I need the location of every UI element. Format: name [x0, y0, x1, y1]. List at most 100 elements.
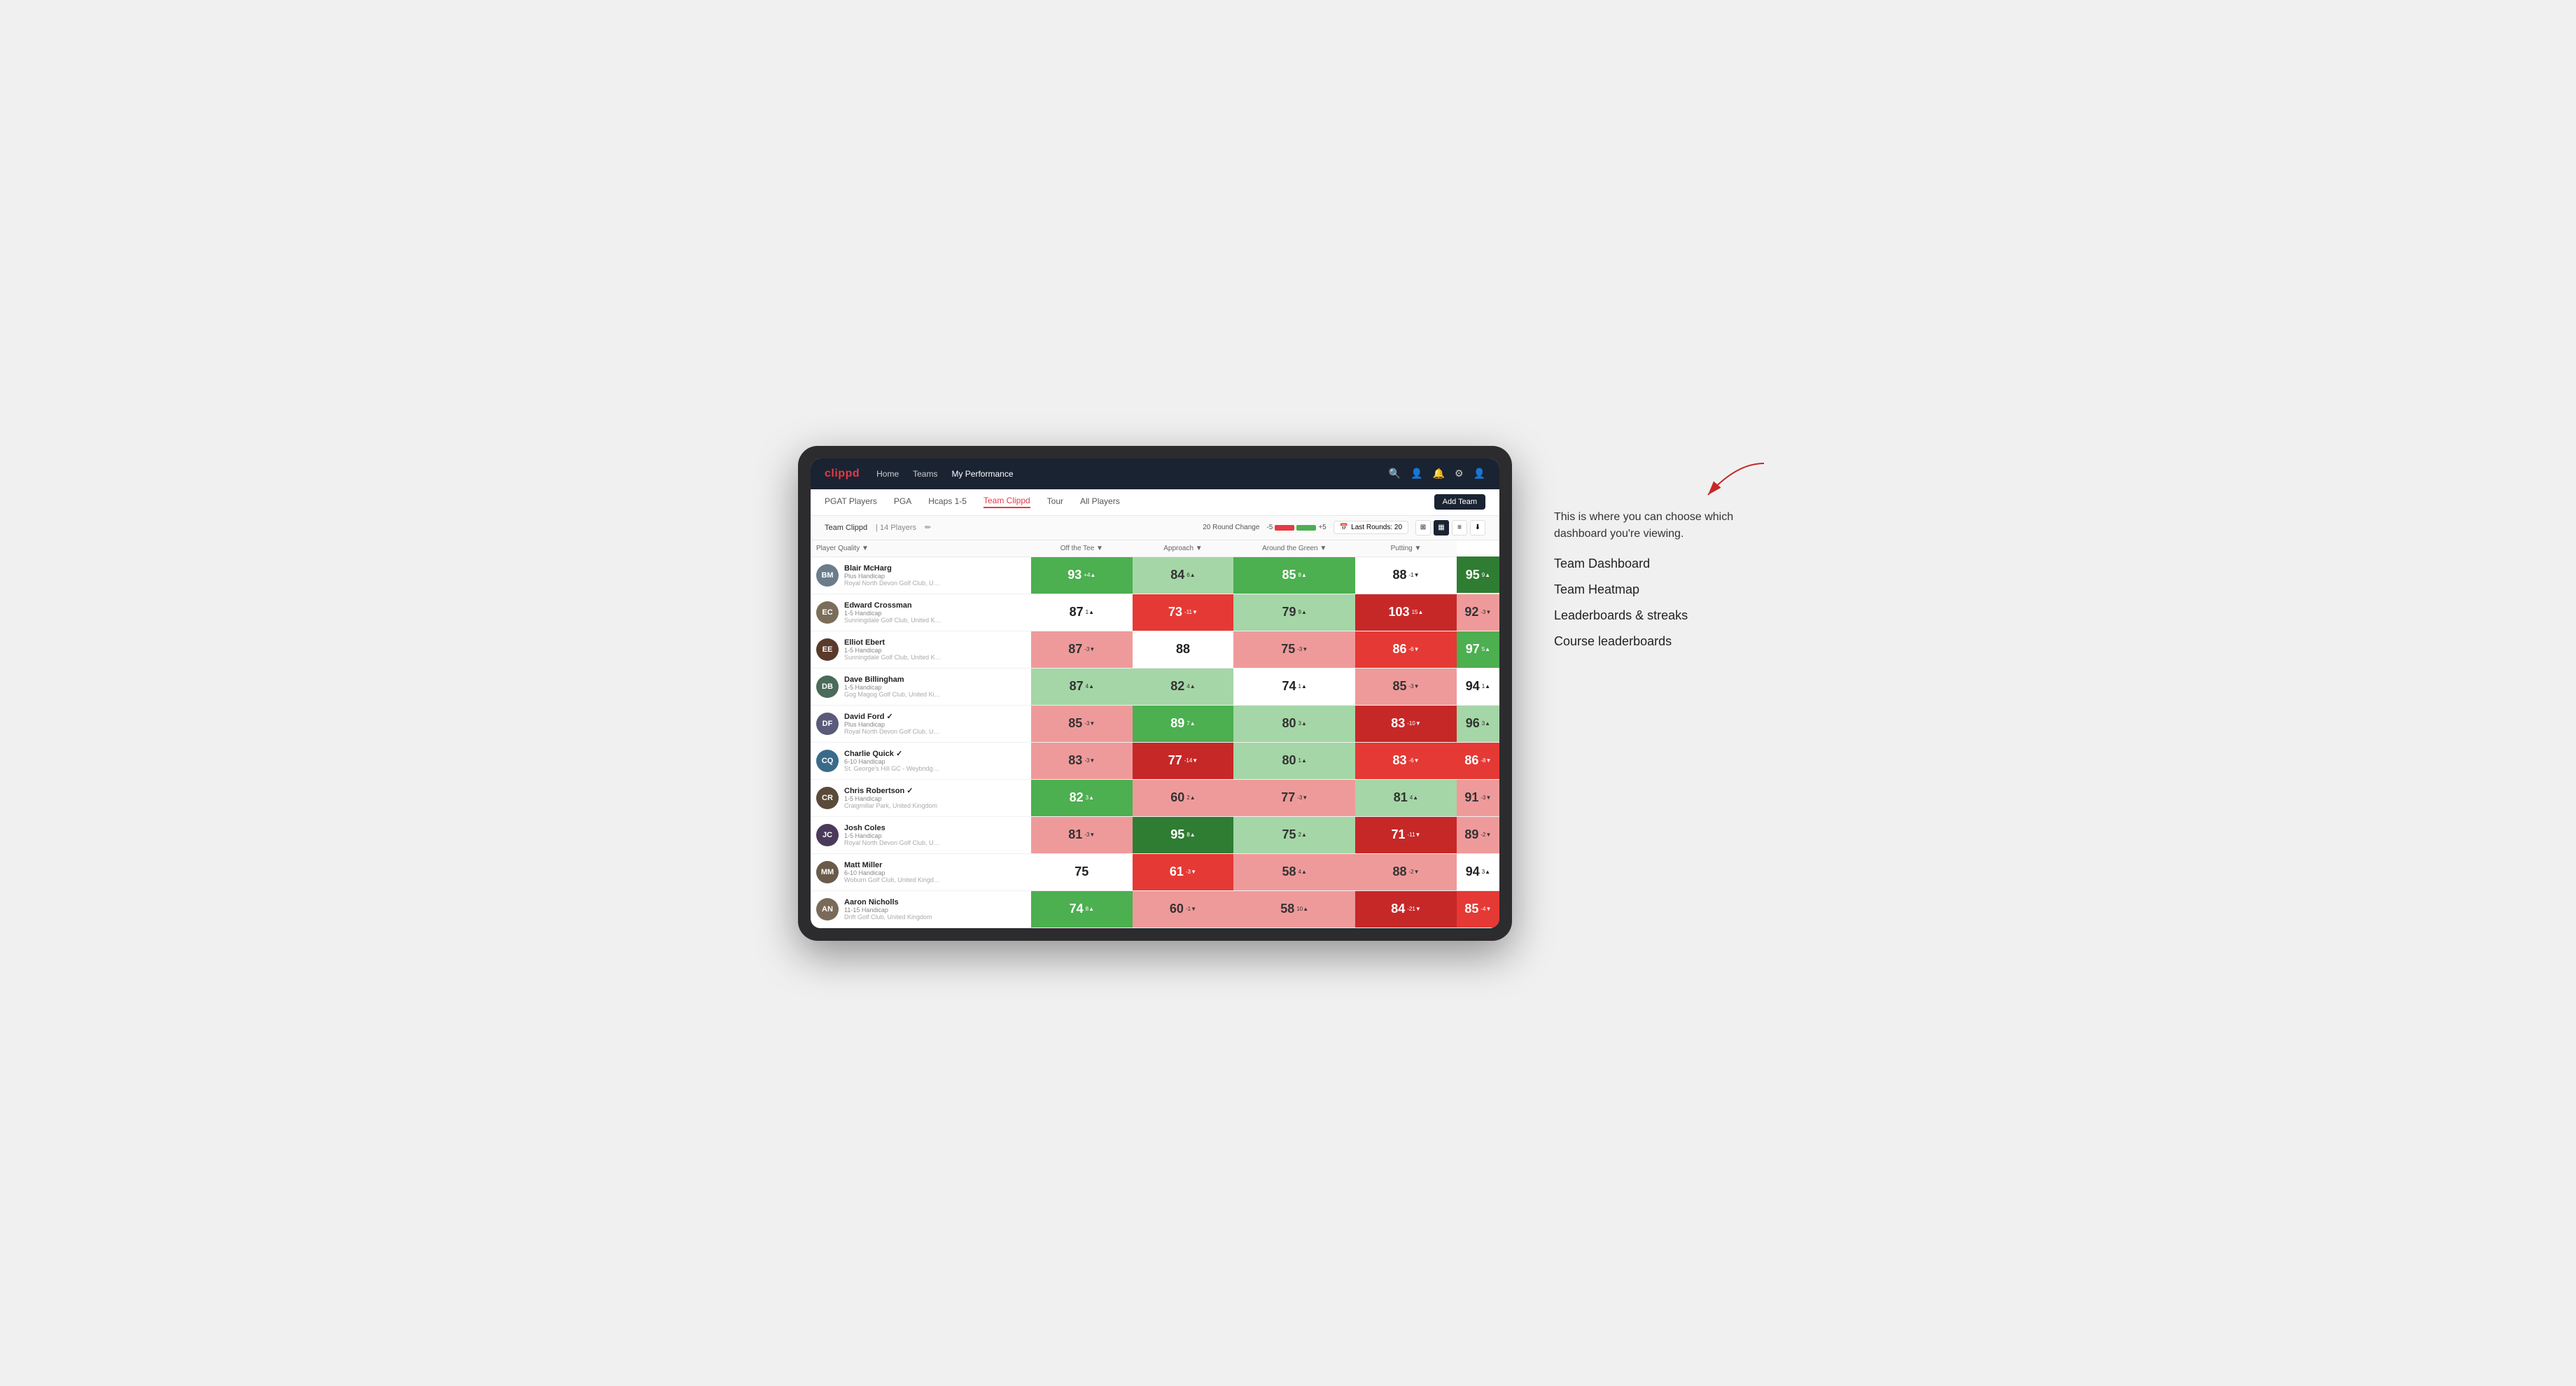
player-cell-1[interactable]: ECEdward Crossman1-5 HandicapSunningdale…: [811, 594, 1031, 631]
nav-link-my-performance[interactable]: My Performance: [951, 469, 1013, 479]
round-change-bar: -5 +5: [1266, 524, 1326, 531]
user-icon[interactable]: 👤: [1410, 468, 1422, 479]
metric-number: 75: [1074, 864, 1088, 879]
sub-nav-pgat[interactable]: PGAT Players: [825, 496, 877, 507]
table-row[interactable]: MMMatt Miller6-10 HandicapWoburn Golf Cl…: [811, 853, 1499, 890]
approach-cell: 752▲: [1233, 816, 1355, 853]
metric-number: 92: [1464, 605, 1478, 620]
col-around-green[interactable]: Around the Green ▼: [1233, 540, 1355, 557]
player-cell-4[interactable]: DFDavid Ford ✓Plus HandicapRoyal North D…: [811, 705, 1031, 742]
metric-number: 80: [1282, 753, 1296, 768]
tablet-screen: clippd Home Teams My Performance 🔍 👤 🔔 ⚙…: [811, 458, 1499, 928]
metric-number: 86: [1464, 753, 1478, 768]
player-quality-value: 93+4▲: [1031, 557, 1133, 594]
metric-change: -14▼: [1184, 757, 1198, 764]
metric-number: 94: [1466, 864, 1480, 879]
sub-nav-all-players[interactable]: All Players: [1080, 496, 1120, 507]
col-player[interactable]: Player Quality ▼: [811, 540, 1031, 557]
player-name: Dave Billingham: [844, 676, 942, 684]
table-row[interactable]: ANAaron Nicholls11-15 HandicapDrift Golf…: [811, 890, 1499, 927]
edit-icon[interactable]: ✏: [925, 523, 931, 532]
player-info: Dave Billingham1-5 HandicapGog Magog Gol…: [844, 676, 942, 698]
player-name: Elliot Ebert: [844, 638, 942, 647]
around-green-cell: 85-3▼: [1355, 668, 1457, 705]
player-cell-9[interactable]: ANAaron Nicholls11-15 HandicapDrift Golf…: [811, 890, 1031, 927]
table-row[interactable]: EEElliot Ebert1-5 HandicapSunningdale Go…: [811, 631, 1499, 668]
table-row[interactable]: CQCharlie Quick ✓6-10 HandicapSt. George…: [811, 742, 1499, 779]
metric-number: 96: [1466, 716, 1480, 731]
view-heatmap-button[interactable]: ▦: [1434, 520, 1449, 536]
annotation-item-dashboard: Team Dashboard: [1554, 556, 1778, 571]
add-team-button[interactable]: Add Team: [1434, 494, 1485, 510]
player-info: Matt Miller6-10 HandicapWoburn Golf Club…: [844, 861, 942, 883]
player-hcp: 1-5 Handicap: [844, 795, 937, 802]
bell-icon[interactable]: 🔔: [1433, 468, 1445, 479]
putting-value: 975▲: [1457, 631, 1499, 668]
avatar: BM: [816, 564, 839, 587]
sub-nav-pga[interactable]: PGA: [894, 496, 911, 507]
metric-number: 73: [1168, 605, 1182, 620]
nav-link-teams[interactable]: Teams: [913, 469, 937, 479]
around-green-value: 86-6▼: [1355, 631, 1457, 668]
player-cell-8[interactable]: MMMatt Miller6-10 HandicapWoburn Golf Cl…: [811, 853, 1031, 890]
metric-change: -3▼: [1408, 683, 1419, 690]
table-row[interactable]: DFDavid Ford ✓Plus HandicapRoyal North D…: [811, 705, 1499, 742]
around-green-value: 84-21▼: [1355, 891, 1457, 927]
table-row[interactable]: DBDave Billingham1-5 HandicapGog Magog G…: [811, 668, 1499, 705]
metric-number: 89: [1170, 716, 1184, 731]
metric-number: 61: [1170, 864, 1184, 879]
metric-change: 4▲: [1410, 794, 1418, 801]
bar-red: [1275, 525, 1294, 531]
table-row[interactable]: BMBlair McHargPlus HandicapRoyal North D…: [811, 556, 1499, 594]
player-quality-cell: 87-3▼: [1031, 631, 1133, 668]
table-row[interactable]: CRChris Robertson ✓1-5 HandicapCraigmill…: [811, 779, 1499, 816]
metric-number: 74: [1282, 679, 1296, 694]
settings-icon[interactable]: ⚙: [1455, 468, 1464, 479]
profile-icon[interactable]: 👤: [1474, 468, 1485, 479]
last-rounds-button[interactable]: 📅 Last Rounds: 20: [1334, 521, 1408, 534]
off-tee-value: 897▲: [1133, 706, 1234, 742]
table-row[interactable]: ECEdward Crossman1-5 HandicapSunningdale…: [811, 594, 1499, 631]
metric-change: -3▼: [1480, 609, 1491, 615]
col-putting[interactable]: Putting ▼: [1355, 540, 1457, 557]
team-count: | 14 Players: [876, 524, 916, 532]
sub-nav-hcaps[interactable]: Hcaps 1-5: [928, 496, 967, 507]
player-cell-6[interactable]: CRChris Robertson ✓1-5 HandicapCraigmill…: [811, 779, 1031, 816]
view-list-button[interactable]: ≡: [1452, 520, 1467, 536]
view-grid-button[interactable]: ⊞: [1415, 520, 1431, 536]
metric-change: 5▲: [1482, 646, 1490, 652]
player-info: Charlie Quick ✓6-10 HandicapSt. George's…: [844, 749, 942, 772]
col-off-tee[interactable]: Off the Tee ▼: [1031, 540, 1133, 557]
sub-nav-tour[interactable]: Tour: [1047, 496, 1063, 507]
off-tee-value: 73-11▼: [1133, 594, 1234, 631]
player-cell-0[interactable]: BMBlair McHargPlus HandicapRoyal North D…: [811, 556, 1031, 594]
table-row[interactable]: JCJosh Coles1-5 HandicapRoyal North Devo…: [811, 816, 1499, 853]
metric-number: 77: [1168, 753, 1182, 768]
player-cell-5[interactable]: CQCharlie Quick ✓6-10 HandicapSt. George…: [811, 742, 1031, 779]
player-cell-3[interactable]: DBDave Billingham1-5 HandicapGog Magog G…: [811, 668, 1031, 705]
col-approach[interactable]: Approach ▼: [1133, 540, 1234, 557]
metric-number: 87: [1070, 679, 1084, 694]
metric-number: 94: [1466, 679, 1480, 694]
player-hcp: 11-15 Handicap: [844, 906, 932, 913]
metric-change: -3▼: [1084, 646, 1095, 652]
player-cell-2[interactable]: EEElliot Ebert1-5 HandicapSunningdale Go…: [811, 631, 1031, 668]
approach-value: 858▲: [1233, 557, 1355, 594]
nav-icons: 🔍 👤 🔔 ⚙ 👤: [1389, 468, 1485, 479]
last-rounds-label: Last Rounds: 20: [1351, 524, 1402, 531]
player-club: Drift Golf Club, United Kingdom: [844, 913, 932, 920]
view-more-button[interactable]: ⬇: [1470, 520, 1485, 536]
search-icon[interactable]: 🔍: [1389, 468, 1401, 479]
metric-number: 75: [1282, 827, 1296, 842]
annotation-list: Team Dashboard Team Heatmap Leaderboards…: [1554, 556, 1778, 649]
annotation-arrow: [1554, 460, 1778, 502]
off-tee-value: 61-3▼: [1133, 854, 1234, 890]
metric-number: 75: [1281, 642, 1295, 657]
around-green-cell: 88-1▼: [1355, 556, 1457, 594]
metric-number: 83: [1392, 753, 1406, 768]
metric-change: -21▼: [1407, 906, 1420, 912]
player-cell-7[interactable]: JCJosh Coles1-5 HandicapRoyal North Devo…: [811, 816, 1031, 853]
sub-nav-team-clippd[interactable]: Team Clippd: [983, 496, 1030, 508]
metric-number: 74: [1070, 902, 1084, 916]
nav-link-home[interactable]: Home: [876, 469, 899, 479]
